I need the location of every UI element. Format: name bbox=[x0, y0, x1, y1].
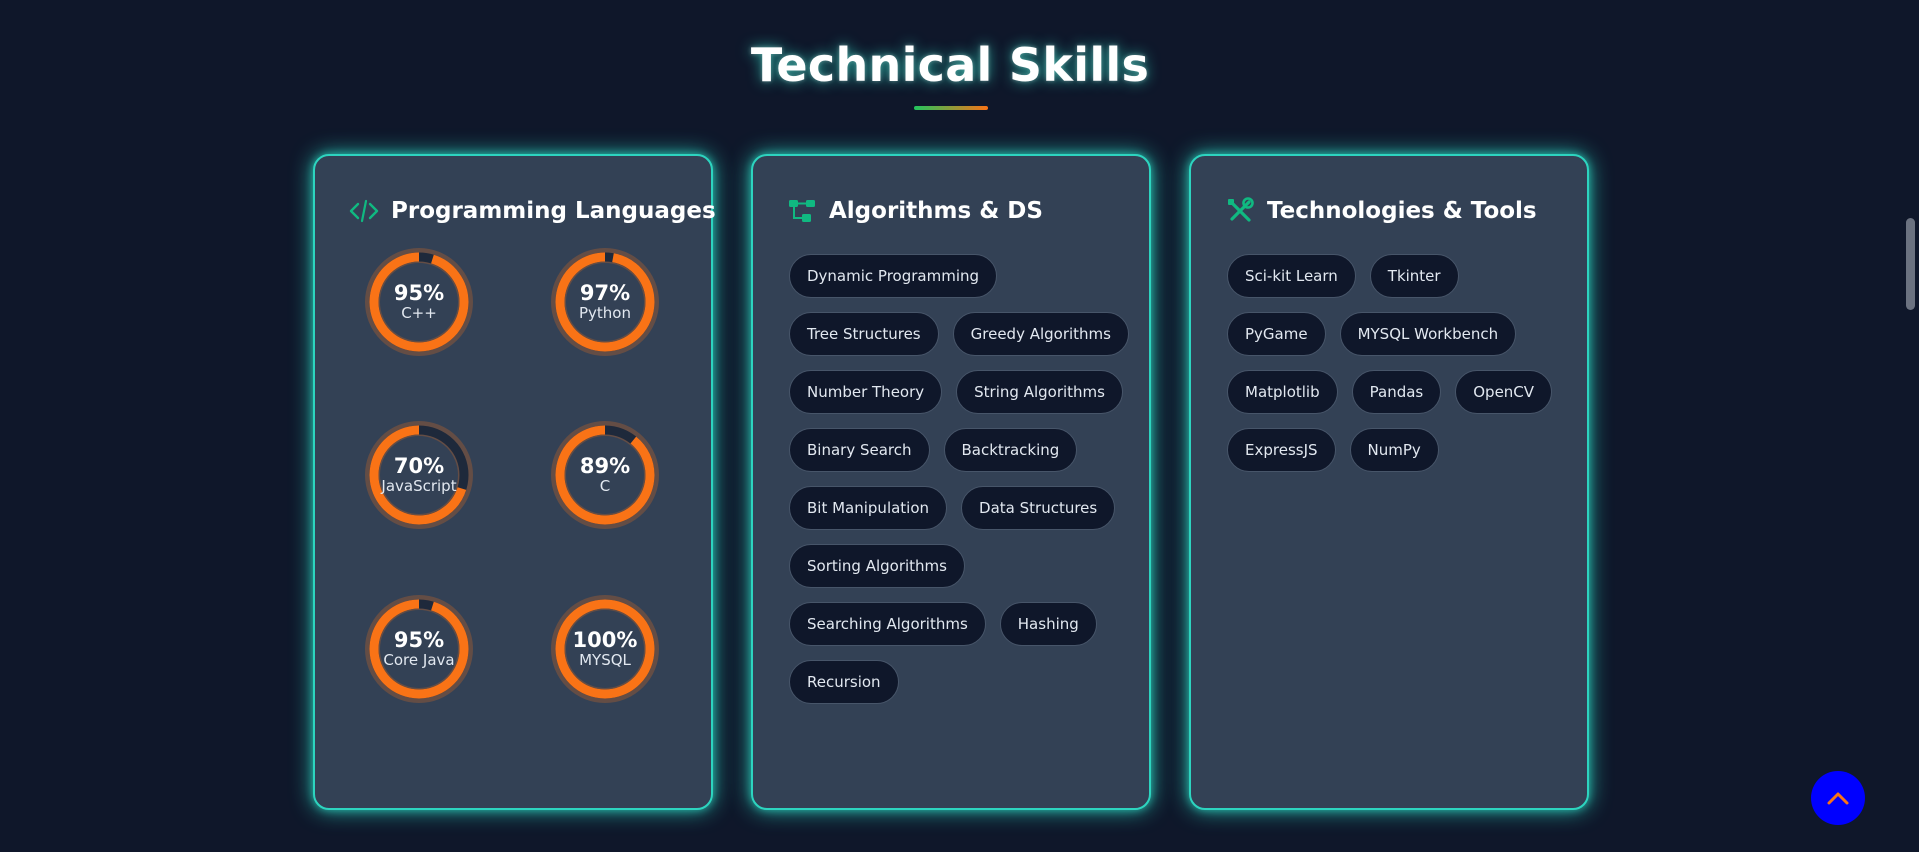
code-icon bbox=[349, 196, 379, 226]
network-icon bbox=[787, 196, 817, 226]
skill-name: C bbox=[599, 476, 611, 495]
skill-name: Core Java bbox=[383, 650, 455, 669]
skill-tag: Recursion bbox=[789, 660, 899, 704]
skill-percent: 70% bbox=[393, 453, 445, 478]
skill-tag: Dynamic Programming bbox=[789, 254, 998, 298]
skill-tag: Hashing bbox=[999, 602, 1097, 646]
section-title: Technical Skills bbox=[750, 38, 1150, 92]
skill-tag: Backtracking bbox=[943, 428, 1078, 472]
skill-name: JavaScript bbox=[381, 476, 457, 495]
skill-circle: 95% Core Java bbox=[365, 595, 473, 703]
algorithms-card: Algorithms & DS Dynamic Programming Tree… bbox=[751, 154, 1151, 810]
skill-tag: NumPy bbox=[1349, 428, 1439, 472]
skill-name: C++ bbox=[401, 303, 437, 322]
skill-circle: 95% C++ bbox=[365, 248, 473, 356]
scroll-to-top-button[interactable] bbox=[1811, 771, 1865, 825]
skill-percent: 97% bbox=[579, 280, 631, 305]
skill-tag: Greedy Algorithms bbox=[952, 312, 1129, 356]
skill-percent: 95% bbox=[393, 280, 445, 305]
skill-circle: 89% C bbox=[551, 421, 659, 529]
skill-tag: String Algorithms bbox=[956, 370, 1123, 414]
skill-percent: 89% bbox=[579, 453, 631, 478]
skill-tag: ExpressJS bbox=[1227, 428, 1336, 472]
card-header: Algorithms & DS bbox=[787, 196, 1043, 226]
skill-name: MYSQL bbox=[579, 650, 631, 669]
card-title: Algorithms & DS bbox=[829, 198, 1043, 224]
card-header: Programming Languages bbox=[349, 196, 716, 226]
tools-icon bbox=[1225, 196, 1255, 226]
skill-tag: PyGame bbox=[1227, 312, 1326, 356]
title-underline bbox=[914, 106, 988, 110]
skill-tag: Bit Manipulation bbox=[789, 486, 948, 530]
skill-tag: Tree Structures bbox=[789, 312, 939, 356]
skill-tag: MYSQL Workbench bbox=[1339, 312, 1517, 356]
skill-tag: Sorting Algorithms bbox=[789, 544, 965, 588]
skills-page: Technical Skills Programming Languages 9… bbox=[0, 0, 1919, 852]
skill-circle: 100% MYSQL bbox=[551, 595, 659, 703]
skill-percent: 100% bbox=[572, 627, 638, 652]
skill-tag: Pandas bbox=[1351, 370, 1442, 414]
skill-tag: Matplotlib bbox=[1227, 370, 1338, 414]
skill-tag: Searching Algorithms bbox=[789, 602, 986, 646]
skill-percent: 95% bbox=[393, 627, 445, 652]
card-title: Technologies & Tools bbox=[1267, 198, 1537, 224]
technologies-card: Technologies & Tools Sci-kit Learn Tkint… bbox=[1189, 154, 1589, 810]
skill-circle: 70% JavaScript bbox=[365, 421, 473, 529]
skill-tag: Data Structures bbox=[961, 486, 1116, 530]
tag-list: Sci-kit Learn Tkinter PyGame MYSQL Workb… bbox=[1227, 254, 1567, 472]
chevron-up-icon bbox=[1827, 792, 1849, 805]
card-header: Technologies & Tools bbox=[1225, 196, 1537, 226]
skill-tag: Tkinter bbox=[1369, 254, 1459, 298]
skill-circle: 97% Python bbox=[551, 248, 659, 356]
skill-tag: Number Theory bbox=[789, 370, 943, 414]
programming-languages-card: Programming Languages 95% C++ 97% Python bbox=[313, 154, 716, 810]
skill-name: Python bbox=[579, 303, 631, 322]
tag-list: Dynamic Programming Tree Structures Gree… bbox=[789, 254, 1129, 704]
card-title: Programming Languages bbox=[391, 198, 716, 224]
skill-tag: OpenCV bbox=[1455, 370, 1553, 414]
skill-tag: Sci-kit Learn bbox=[1227, 254, 1356, 298]
page-scrollbar[interactable] bbox=[1902, 0, 1919, 852]
scrollbar-thumb[interactable] bbox=[1906, 218, 1915, 310]
skill-tag: Binary Search bbox=[789, 428, 930, 472]
